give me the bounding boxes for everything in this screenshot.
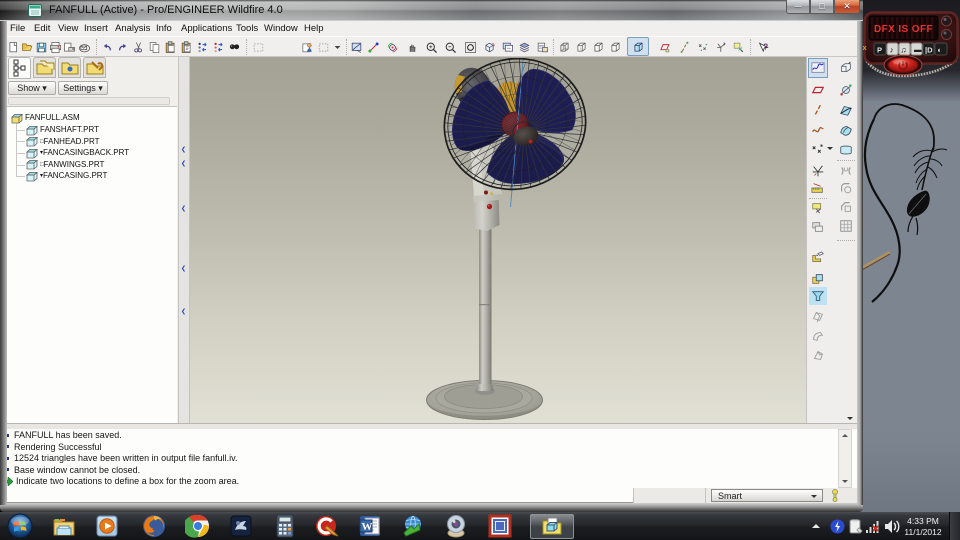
svg-text:◐: ◐ <box>938 46 943 55</box>
svg-text:▬: ▬ <box>914 45 922 54</box>
svg-text:DFX IS OFF: DFX IS OFF <box>874 24 933 35</box>
svg-text:♫: ♫ <box>901 46 907 55</box>
svg-text:♪: ♪ <box>890 46 894 55</box>
svg-text:?: ? <box>763 43 768 52</box>
svg-text:W: W <box>362 521 373 533</box>
svg-text:P: P <box>877 46 882 55</box>
svg-text:|D: |D <box>925 46 933 55</box>
